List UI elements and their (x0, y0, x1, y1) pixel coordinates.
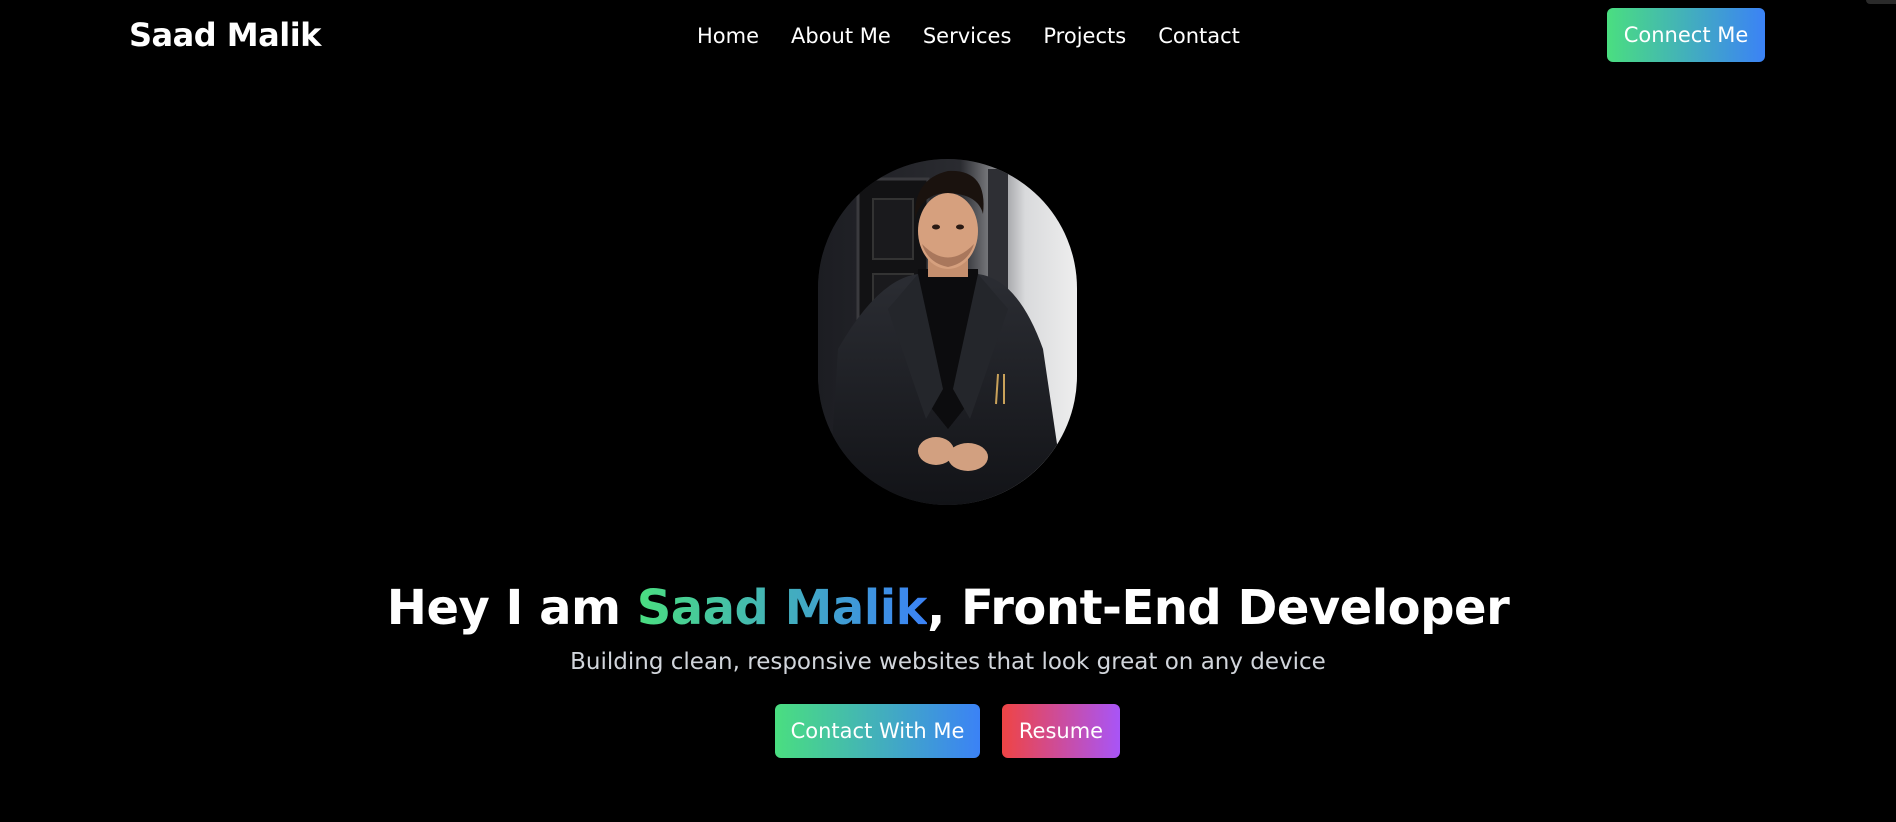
profile-photo (818, 159, 1077, 505)
nav-link-contact[interactable]: Contact (1158, 20, 1240, 52)
hero-subtitle: Building clean, responsive websites that… (570, 649, 1326, 675)
hero-heading-prefix: Hey I am (386, 580, 637, 637)
nav-link-about[interactable]: About Me (791, 20, 891, 52)
hero-heading: Hey I am Saad Malik, Front-End Developer (0, 575, 1896, 641)
connect-me-button[interactable]: Connect Me (1607, 8, 1765, 62)
resume-button[interactable]: Resume (1002, 704, 1120, 758)
nav-link-services[interactable]: Services (923, 20, 1012, 52)
browser-corner (1866, 0, 1896, 4)
hero-heading-suffix: , Front-End Developer (927, 580, 1510, 637)
nav-link-projects[interactable]: Projects (1043, 20, 1126, 52)
site-logo[interactable]: Saad Malik (129, 16, 321, 54)
main-nav: Home About Me Services Projects Contact (697, 20, 1240, 52)
hero-heading-name: Saad Malik (636, 580, 928, 637)
portfolio-page: Saad Malik Home About Me Services Projec… (0, 0, 1896, 822)
nav-link-home[interactable]: Home (697, 20, 759, 52)
contact-with-me-button[interactable]: Contact With Me (775, 704, 980, 758)
